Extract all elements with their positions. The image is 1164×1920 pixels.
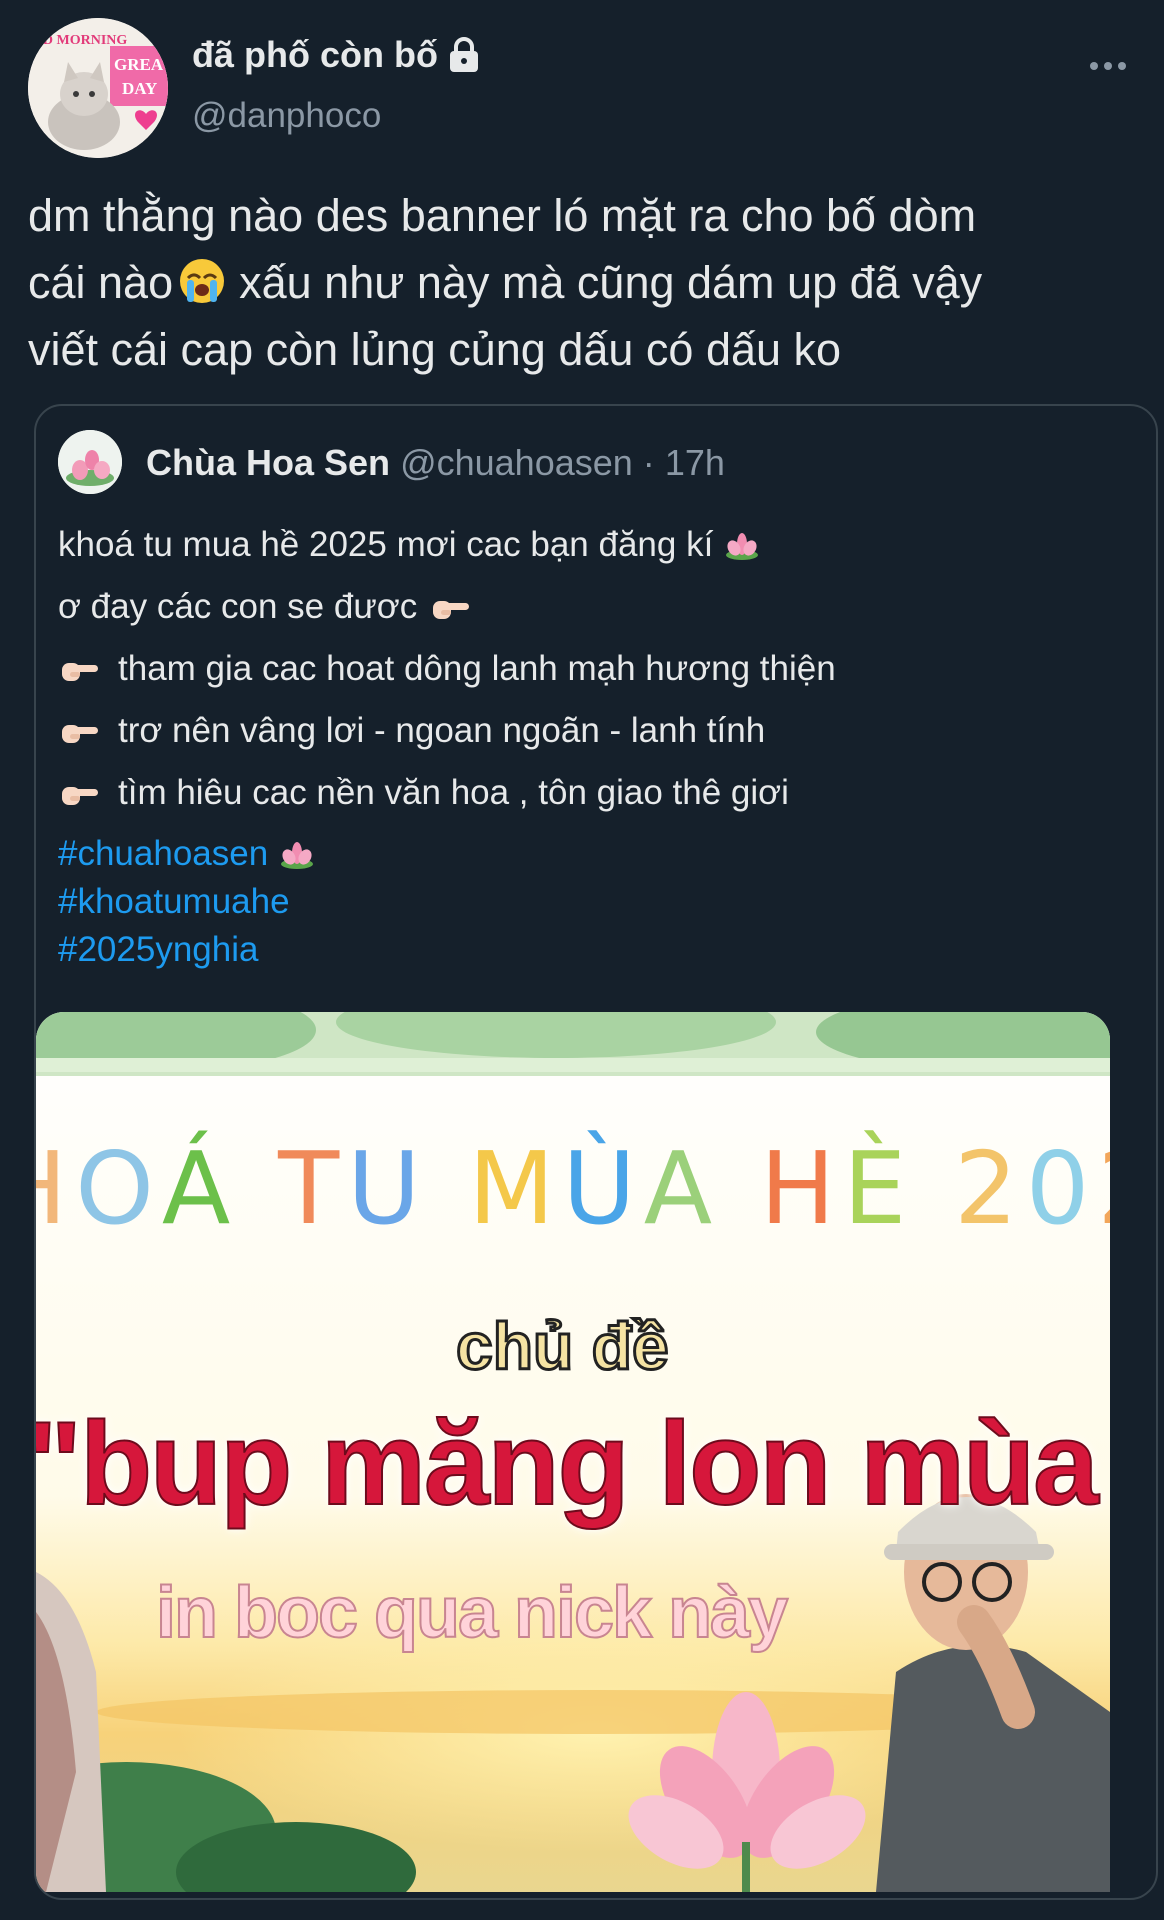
banner-title-letter: è: [843, 1130, 915, 1247]
quoted-bullet: tìm hiêu cac nền văn hoa , tôn giao thê …: [58, 762, 1138, 824]
quoted-media-image[interactable]: hoá tu mùa hè 202 chủ đề "bup măng lon m…: [36, 1012, 1110, 1892]
quoted-bullet-text: tìm hiêu cac nền văn hoa , tôn giao thê …: [118, 773, 789, 812]
banner-title-letter: o: [75, 1130, 162, 1247]
hashtag-link[interactable]: #2025ynghia: [58, 926, 1138, 974]
hashtag-link[interactable]: #chuahoasen: [58, 830, 1138, 878]
author-display-name[interactable]: đã phố còn bố: [192, 34, 480, 76]
banner-title-letter: a: [643, 1130, 721, 1247]
quoted-author-handle[interactable]: @chuahoasen: [400, 442, 633, 483]
banner-title-letter: [428, 1130, 468, 1247]
svg-text:GREA: GREA: [114, 55, 164, 74]
banner-title-letter: [238, 1130, 278, 1247]
author-name-text: đã phố còn bố: [192, 34, 438, 75]
quoted-author-avatar[interactable]: [58, 430, 122, 494]
tweet-line: cái nào xấu như này mà cũng dám up đã vậy: [28, 249, 1138, 316]
quoted-bullet: tham gia cac hoat dông lanh mạh hương th…: [58, 638, 1138, 700]
banner-title-letter: ù: [562, 1130, 644, 1247]
lotus-icon: [723, 530, 761, 560]
quoted-author-name[interactable]: Chùa Hoa Sen: [146, 442, 390, 483]
quoted-bullet-text: tham gia cac hoat dông lanh mạh hương th…: [118, 649, 836, 688]
quoted-line: ơ đay các con se đươc: [58, 576, 1138, 638]
banner-title-letter: u: [347, 1130, 429, 1247]
banner-title-letter: h: [36, 1130, 75, 1247]
pointing-hand-icon: [58, 778, 100, 808]
quoted-bullet-text: trơ nên vâng lơi - ngoan ngoãn - lanh tí…: [118, 711, 766, 750]
tweet-line-part: xấu như này mà cũng dám up đã vậy: [239, 257, 983, 308]
banner-title-letter: [720, 1130, 760, 1247]
hashtag-link[interactable]: #khoatumuahe: [58, 878, 1138, 926]
banner-theme: "bup măng lon mùa hè: [36, 1397, 1110, 1531]
lock-icon: [448, 37, 480, 73]
quoted-tweet[interactable]: Chùa Hoa Sen @chuahoasen · 17h khoá tu m…: [34, 404, 1158, 1900]
banner-title-letter: h: [759, 1130, 844, 1247]
quoted-line: khoá tu mua hề 2025 mơi cac bạn đăng kí: [58, 514, 1138, 576]
more-options-icon[interactable]: [1090, 48, 1126, 84]
quoted-line-text: khoá tu mua hề 2025 mơi cac bạn đăng kí: [58, 525, 714, 564]
author-handle[interactable]: @danphoco: [192, 96, 381, 136]
tweet-line: viết cái cap còn lủng củng dấu có dấu ko: [28, 324, 842, 375]
pointing-hand-icon: [429, 592, 471, 622]
svg-text:DAY: DAY: [122, 79, 157, 98]
quoted-bullet: trơ nên vâng lơi - ngoan ngoãn - lanh tí…: [58, 700, 1138, 762]
banner-subtitle: chủ đề: [455, 1308, 671, 1385]
tweet-text: dm thằng nào des banner ló mặt ra cho bố…: [28, 182, 1138, 383]
quoted-line-text: ơ đay các con se đươc: [58, 587, 418, 626]
banner-title-letter: 0: [1025, 1130, 1098, 1247]
banner-title-letter: m: [468, 1130, 563, 1247]
author-avatar[interactable]: OD MORNING GREA DAY: [28, 18, 168, 158]
svg-text:OD MORNING: OD MORNING: [32, 33, 127, 48]
quoted-meta: Chùa Hoa Sen @chuahoasen · 17h: [146, 442, 725, 484]
tweet-line: dm thằng nào des banner ló mặt ra cho bố…: [28, 190, 977, 241]
hashtag-list: #chuahoasen #khoatumuahe #2025ynghia: [58, 830, 1138, 974]
tweet: OD MORNING GREA DAY đã phố còn bố @danph…: [0, 0, 1164, 1920]
lotus-icon: [278, 839, 316, 869]
hashtag-text: #chuahoasen: [58, 834, 269, 873]
banner-title-letter: 2: [1097, 1130, 1110, 1247]
loudly-crying-face-icon: [179, 255, 225, 303]
banner-title: hoá tu mùa hè 202: [36, 1130, 1110, 1247]
pointing-hand-icon: [58, 654, 100, 684]
pointing-hand-icon: [58, 716, 100, 746]
banner-title-letter: á: [161, 1130, 239, 1247]
banner-title-letter: [914, 1130, 954, 1247]
quoted-text: khoá tu mua hề 2025 mơi cac bạn đăng kí …: [58, 514, 1138, 974]
meta-separator: ·: [642, 442, 655, 483]
banner-note: in boc qua nick này: [155, 1572, 789, 1654]
banner-title-letter: t: [278, 1130, 348, 1247]
tweet-line-part: cái nào: [28, 257, 174, 308]
banner-title-letter: 2: [954, 1130, 1026, 1247]
quoted-timestamp[interactable]: 17h: [665, 442, 725, 483]
